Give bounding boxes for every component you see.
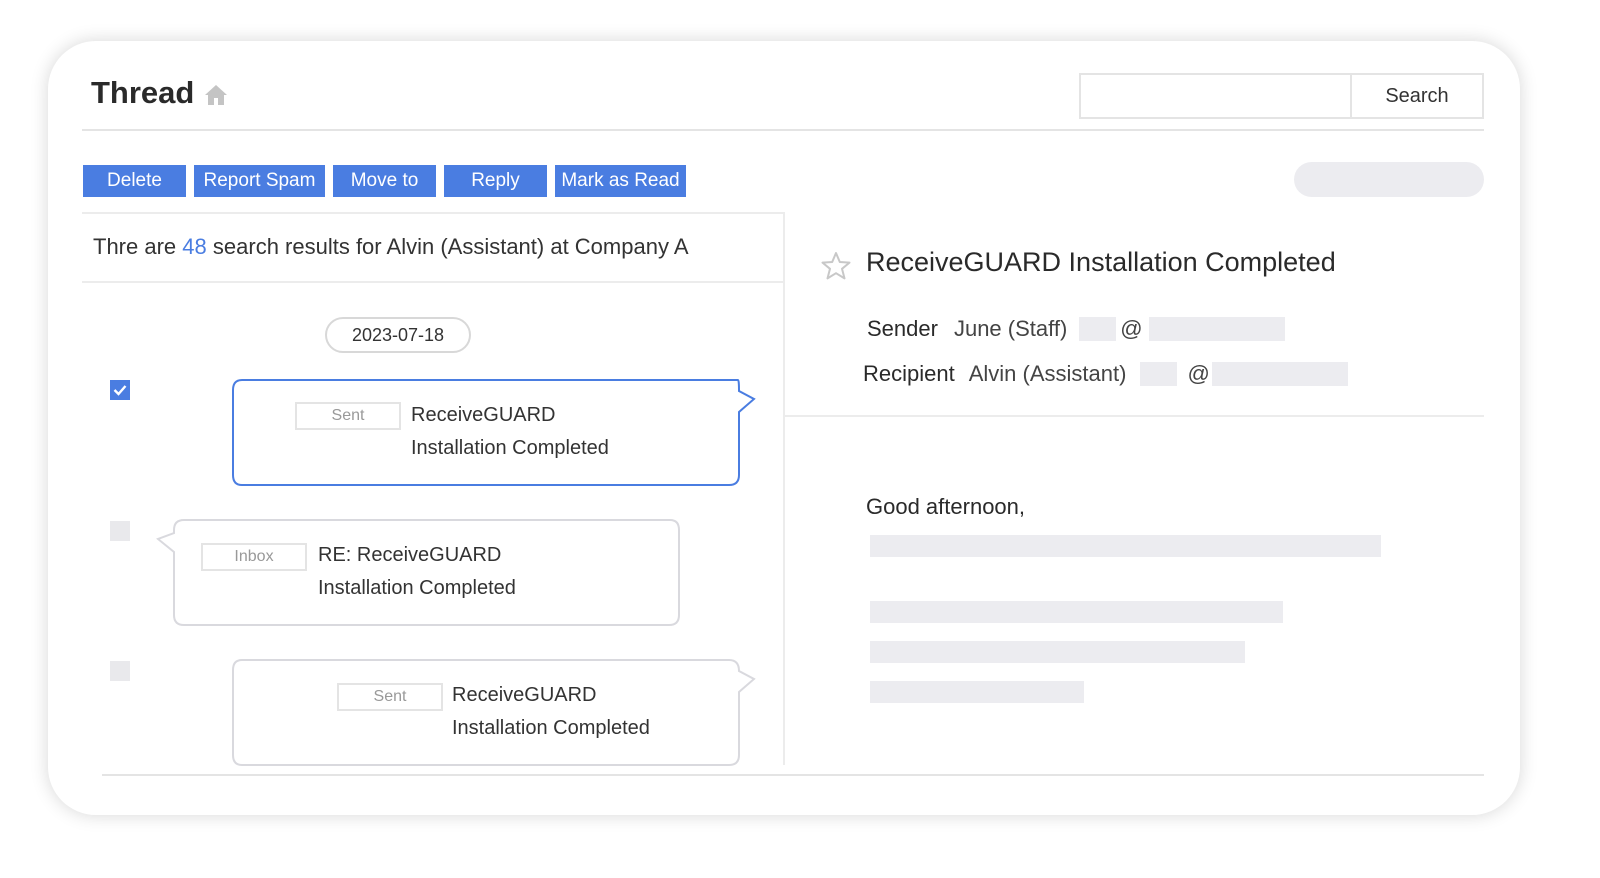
- thread-window: Thread Search Delete Report Spam Move to…: [48, 41, 1520, 815]
- message-subject-3-line1: ReceiveGUARD: [452, 684, 597, 706]
- sender-at: @: [1120, 316, 1143, 341]
- message-subject-2-line2: Installation Completed: [318, 577, 516, 599]
- mail-greeting: Good afternoon,: [866, 494, 1026, 519]
- star-icon[interactable]: [820, 251, 852, 286]
- delete-button[interactable]: Delete: [83, 165, 186, 197]
- body-line-redacted-4: [870, 681, 1084, 703]
- message-tag-3: Sent: [337, 683, 443, 711]
- report-spam-button[interactable]: Report Spam: [194, 165, 325, 197]
- message-subject-3: ReceiveGUARD Installation Completed: [452, 679, 650, 745]
- message-subject-2-line1: RE: ReceiveGUARD: [318, 544, 502, 566]
- recipient-email-user-redacted: [1140, 362, 1178, 386]
- message-subject-1-line1: ReceiveGUARD: [411, 404, 556, 426]
- move-to-button[interactable]: Move to: [333, 165, 436, 197]
- page-title: Thread: [91, 75, 228, 111]
- recipient-email-domain-redacted: [1211, 362, 1348, 386]
- message-subject-1-line2: Installation Completed: [411, 437, 609, 459]
- reply-button[interactable]: Reply: [444, 165, 547, 197]
- mail-subject: ReceiveGUARD Installation Completed: [866, 247, 1336, 277]
- body-line-redacted-3: [870, 641, 1245, 663]
- message-checkbox-3[interactable]: [110, 661, 130, 681]
- pane-divider: [783, 212, 785, 765]
- action-toolbar: Delete Report Spam Move to Reply Mark as…: [83, 165, 694, 197]
- message-tag-1: Sent: [295, 402, 401, 430]
- result-count: 48: [182, 234, 207, 259]
- message-subject-3-line2: Installation Completed: [452, 717, 650, 739]
- recipient-row: Recipient Alvin (Assistant) @: [863, 361, 1348, 387]
- recipient-label: Recipient: [863, 361, 955, 386]
- sender-email-domain-redacted: [1148, 317, 1285, 341]
- list-top-divider: [82, 212, 784, 214]
- placeholder-pill: [1294, 162, 1484, 197]
- sender-label: Sender: [867, 316, 938, 341]
- search-input[interactable]: [1081, 75, 1350, 117]
- recipient-at: @: [1187, 361, 1210, 386]
- home-icon[interactable]: [204, 84, 228, 106]
- search-bar: Search: [1079, 73, 1484, 119]
- result-suffix: search results for Alvin (Assistant) at …: [212, 234, 689, 259]
- sender-row: Sender June (Staff) @: [867, 316, 1285, 342]
- result-prefix: Thre are: [93, 234, 177, 259]
- summary-divider: [82, 281, 784, 283]
- date-separator: 2023-07-18: [325, 317, 471, 353]
- body-line-redacted-2: [870, 601, 1283, 623]
- message-checkbox-2[interactable]: [110, 521, 130, 541]
- message-bubble-1[interactable]: Sent ReceiveGUARD Installation Completed: [232, 379, 756, 487]
- header-divider: [82, 129, 1484, 131]
- page-title-text: Thread: [91, 75, 195, 110]
- search-result-summary: Thre are 48 search results for Alvin (As…: [93, 234, 689, 260]
- message-subject-1: ReceiveGUARD Installation Completed: [411, 399, 609, 465]
- mail-header-divider: [785, 415, 1484, 417]
- mark-as-read-button[interactable]: Mark as Read: [555, 165, 686, 197]
- footer-divider: [102, 774, 1484, 776]
- search-button[interactable]: Search: [1350, 75, 1482, 117]
- sender-email-user-redacted: [1079, 317, 1117, 341]
- message-bubble-2[interactable]: Inbox RE: ReceiveGUARD Installation Comp…: [156, 519, 680, 627]
- message-tag-2: Inbox: [201, 543, 307, 571]
- recipient-name: Alvin (Assistant): [968, 361, 1127, 386]
- body-line-redacted-1: [870, 535, 1381, 557]
- message-checkbox-1[interactable]: [110, 380, 130, 400]
- message-bubble-3[interactable]: Sent ReceiveGUARD Installation Completed: [232, 659, 756, 767]
- check-icon: [113, 385, 127, 396]
- sender-name: June (Staff): [953, 316, 1068, 341]
- message-subject-2: RE: ReceiveGUARD Installation Completed: [318, 539, 516, 605]
